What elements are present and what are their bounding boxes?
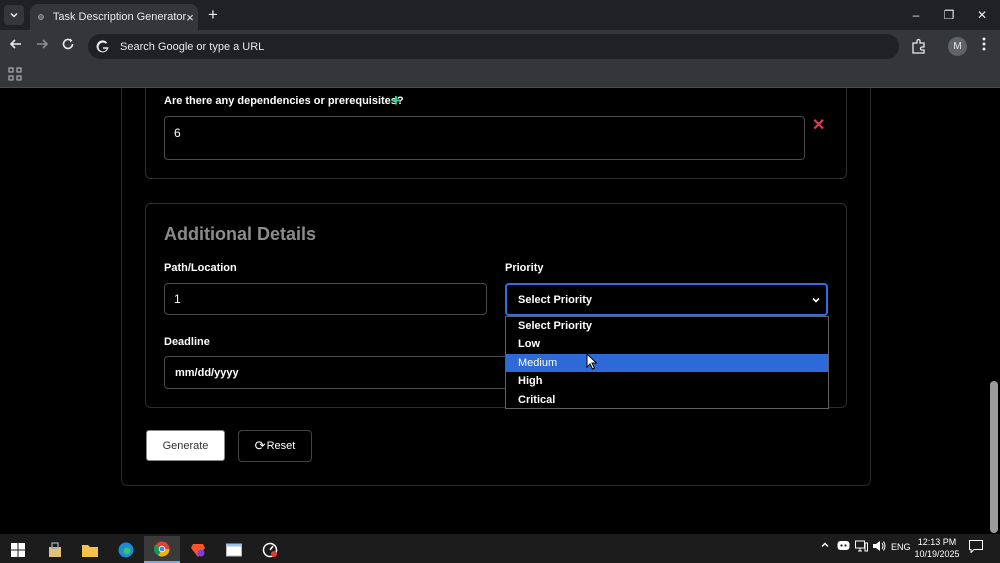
address-bar[interactable] [88,34,899,59]
window-icon [226,543,242,556]
back-button[interactable] [6,37,26,57]
reset-icon: ⟳ [254,438,266,453]
minimize-button[interactable]: – [902,6,930,24]
priority-select-value: Select Priority [518,293,592,306]
add-dependency-icon[interactable]: + [391,91,401,111]
browser-tab[interactable]: Task Description Generator × [30,4,198,30]
reset-button[interactable]: ⟳ Reset [238,430,312,462]
tab-title: Task Description Generator [52,11,187,23]
chrome-icon [154,541,170,557]
taskbar-app[interactable] [37,536,73,563]
store-icon [49,541,61,557]
dependencies-label: Are there any dependencies or prerequisi… [164,95,404,107]
priority-select[interactable]: Select Priority [505,283,828,316]
browser-menu-button[interactable] [976,36,992,56]
start-button[interactable] [0,536,36,563]
reload-icon [62,38,74,50]
globe-icon [38,14,44,20]
speaker-icon [873,541,886,551]
taskbar-app[interactable] [216,536,252,563]
taskbar-app-active[interactable] [144,536,180,563]
address-input[interactable] [120,40,820,53]
priority-option[interactable]: Select Priority [506,317,828,335]
language-indicator[interactable]: ENG [891,542,911,552]
chevron-down-icon [812,297,820,303]
recorder-icon [262,542,278,557]
dependency-textarea[interactable]: 6 [164,116,805,160]
edge-icon [118,542,134,557]
priority-label: Priority [505,262,544,274]
apps-grid-icon [8,67,22,81]
clock-date: 10/19/2025 [914,549,960,559]
notification-icon [969,540,983,554]
network-icon[interactable] [855,540,868,555]
priority-option[interactable]: Critical [506,391,828,409]
mouse-cursor-icon [586,353,598,370]
brave-icon [191,543,205,557]
notifications-button[interactable] [969,540,983,556]
taskbar-app[interactable] [252,536,288,563]
remove-dependency-icon[interactable]: ✕ [812,115,825,135]
folder-icon [82,544,98,557]
priority-option[interactable]: Low [506,335,828,353]
taskbar-app[interactable] [180,536,216,563]
tray-overflow-icon[interactable] [820,540,830,553]
priority-dropdown-list: Select Priority Low Medium High Critical [505,316,829,409]
arrow-left-icon [9,39,21,49]
restore-button[interactable]: ❐ [935,6,963,24]
profile-avatar[interactable]: M [948,37,967,56]
forward-button[interactable] [32,37,52,57]
chevron-up-icon [821,542,829,547]
chevron-down-icon [10,12,18,18]
generate-button[interactable]: Generate [146,430,225,461]
page-content: Are there any dependencies or prerequisi… [0,88,1000,534]
priority-option[interactable]: High [506,372,828,390]
tab-search-button[interactable] [4,5,24,25]
page-scrollbar[interactable] [990,381,998,533]
puzzle-icon [912,38,925,54]
deadline-label: Deadline [164,336,210,348]
volume-icon[interactable] [872,540,886,555]
tab-close-icon[interactable]: × [186,10,194,25]
google-icon [96,39,109,52]
priority-option-highlighted[interactable]: Medium [506,353,828,373]
reload-button[interactable] [58,37,78,57]
system-clock[interactable]: 12:13 PM 10/19/2025 [912,536,962,560]
taskbar-app[interactable] [72,536,108,563]
new-tab-button[interactable]: + [203,6,223,24]
windows-icon [11,542,25,557]
more-vert-icon [982,37,986,51]
discord-glyph-icon [837,541,850,550]
section-title: Additional Details [164,224,317,244]
apps-button[interactable] [8,67,22,81]
clock-time: 12:13 PM [917,537,957,547]
close-window-button[interactable]: ✕ [968,6,996,24]
bookmark-bar [0,63,1000,88]
arrow-right-icon [37,39,49,49]
deadline-input[interactable]: mm/dd/yyyy [164,356,509,389]
monitor-network-icon [855,540,868,552]
extensions-button[interactable] [909,36,929,56]
path-label: Path/Location [164,262,237,274]
reset-label: Reset [266,440,296,452]
discord-icon[interactable] [837,540,850,554]
path-input[interactable] [164,283,487,315]
taskbar-app[interactable] [108,536,144,563]
